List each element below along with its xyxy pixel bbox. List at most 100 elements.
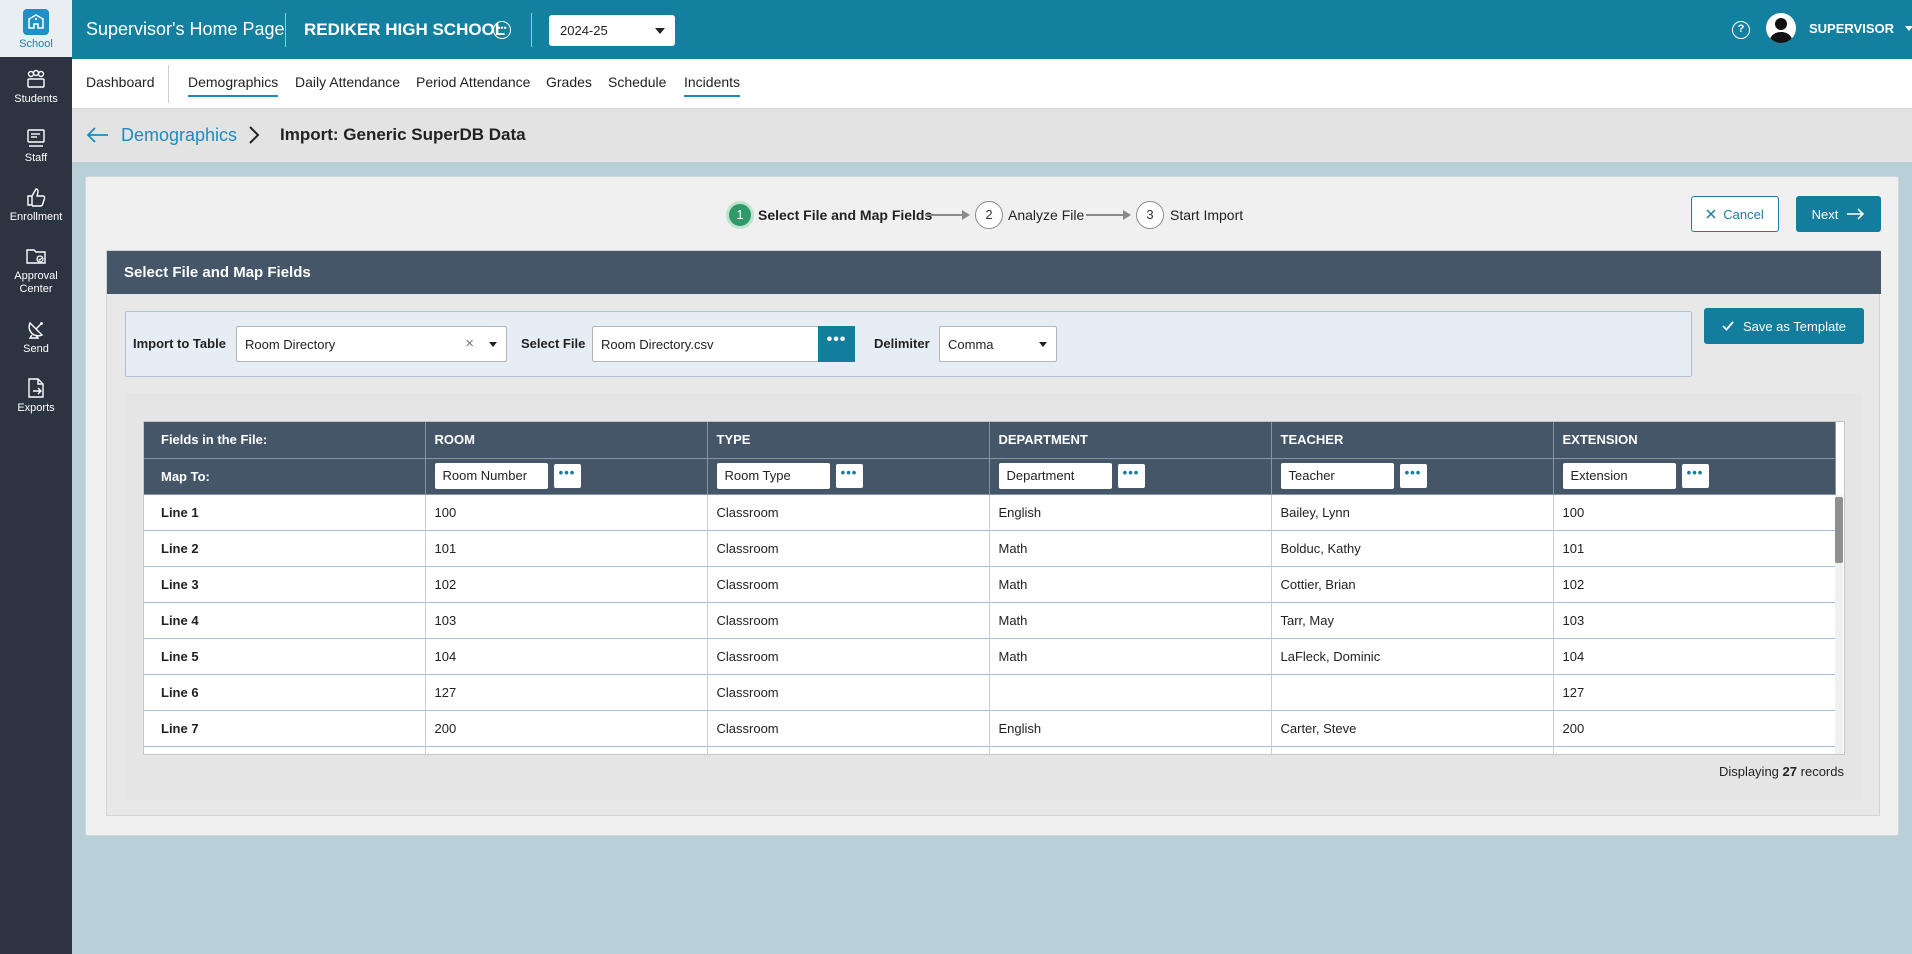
map-to-field[interactable]: Department	[998, 463, 1112, 489]
chevron-right-icon	[249, 126, 260, 144]
rail-item-approval-center[interactable]: Approval Center	[0, 245, 72, 296]
table-cell	[1271, 746, 1554, 754]
caret-down-icon	[655, 28, 665, 34]
grid-scrollbar[interactable]	[1835, 495, 1843, 754]
row-line-label: Line 3	[144, 566, 426, 602]
fields-in-file-label: Fields in the File:	[144, 422, 426, 459]
user-menu[interactable]: SUPERVISOR	[1809, 21, 1894, 36]
avatar[interactable]	[1766, 13, 1796, 43]
tab-demographics[interactable]: Demographics	[188, 74, 279, 97]
tab-dashboard[interactable]: Dashboard	[86, 74, 155, 95]
back-arrow-icon[interactable]	[86, 126, 110, 144]
school-year-value: 2024-25	[560, 23, 608, 38]
map-field-options-button[interactable]: •••	[1117, 464, 1145, 488]
select-file-label: Select File	[521, 336, 586, 351]
tab-schedule[interactable]: Schedule	[608, 74, 666, 95]
column-header-type: TYPE	[707, 422, 990, 459]
staff-icon	[27, 129, 45, 147]
browse-file-button[interactable]: •••	[818, 326, 855, 362]
help-icon[interactable]: ?	[1732, 21, 1750, 39]
table-cell: Math	[989, 638, 1272, 674]
more-options-icon[interactable]: •••	[493, 21, 511, 39]
map-field-options-button[interactable]: •••	[1399, 464, 1427, 488]
row-line-label: Line 1	[144, 494, 426, 530]
school-name[interactable]: REDIKER HIGH SCHOOL	[304, 20, 505, 40]
school-year-select[interactable]: 2024-25	[549, 15, 675, 46]
rail-item-students[interactable]: Students	[0, 68, 72, 106]
delimiter-select[interactable]: Comma	[939, 326, 1057, 362]
table-row	[144, 746, 1836, 754]
column-header-room: ROOM	[425, 422, 708, 459]
save-as-template-button[interactable]: Save as Template	[1704, 308, 1864, 344]
map-field-options-button[interactable]: •••	[1681, 464, 1709, 488]
row-line-label: Line 2	[144, 530, 426, 566]
select-file-value: Room Directory.csv	[601, 337, 714, 352]
table-cell: LaFleck, Dominic	[1271, 638, 1554, 674]
grid-body: Line 1 100 Classroom English Bailey, Lynn 100…	[144, 494, 1836, 754]
caret-down-icon[interactable]	[1905, 26, 1912, 31]
column-header-teacher: TEACHER	[1271, 422, 1554, 459]
rail-item-send[interactable]: Send	[0, 318, 72, 356]
rail-item-label: School	[19, 38, 53, 50]
step-arrow-icon	[925, 210, 970, 220]
map-field-options-button[interactable]: •••	[835, 464, 863, 488]
table-row: Line 3 102 Classroom Math Cottier, Brian 102	[144, 566, 1836, 602]
step-3-label: Start Import	[1170, 207, 1244, 223]
tab-incidents[interactable]: Incidents	[684, 74, 741, 97]
column-header-extension: EXTENSION	[1553, 422, 1836, 459]
map-to-field[interactable]: Room Type	[716, 463, 830, 489]
import-to-table-label: Import to Table	[133, 336, 226, 351]
step-1-label: Select File and Map Fields	[758, 207, 933, 223]
table-cell: 127	[1553, 674, 1836, 710]
map-to-field[interactable]: Extension	[1562, 463, 1676, 489]
table-cell: Classroom	[707, 566, 990, 602]
students-icon	[27, 69, 45, 88]
import-to-table-select[interactable]: Room Directory ×	[236, 326, 507, 362]
save-as-template-label: Save as Template	[1742, 318, 1847, 334]
school-icon	[23, 9, 49, 35]
panel-title: Select File and Map Fields	[107, 251, 1881, 294]
breadcrumb-link-demographics[interactable]: Demographics	[121, 125, 237, 146]
field-mapping-grid: Fields in the File: ROOM TYPE DEPARTMENT…	[143, 421, 1845, 755]
tab-period-attendance[interactable]: Period Attendance	[416, 74, 530, 95]
select-file-field[interactable]: Room Directory.csv •••	[592, 326, 855, 362]
next-button[interactable]: Next	[1796, 196, 1881, 232]
delimiter-label: Delimiter	[874, 336, 930, 351]
scrollbar-thumb[interactable]	[1835, 497, 1843, 563]
table-cell: Classroom	[707, 710, 990, 746]
table-cell: 103	[1553, 602, 1836, 638]
table-cell: English	[989, 494, 1272, 530]
rail-item-enrollment[interactable]: Enrollment	[0, 186, 72, 224]
map-to-row: Map To: Room Number ••• Room Type ••• Depa…	[144, 458, 1836, 495]
table-cell: 100	[1553, 494, 1836, 530]
record-count-value: 27	[1782, 764, 1798, 779]
select-file-panel: Select File and Map Fields Import to Tab…	[106, 250, 1881, 816]
map-field-options-button[interactable]: •••	[553, 464, 581, 488]
table-cell: Carter, Steve	[1271, 710, 1554, 746]
map-to-field[interactable]: Teacher	[1280, 463, 1394, 489]
delimiter-value: Comma	[948, 337, 994, 352]
tab-grades[interactable]: Grades	[546, 74, 592, 95]
rail-item-exports[interactable]: Exports	[0, 377, 72, 415]
table-cell: Bolduc, Kathy	[1271, 530, 1554, 566]
tab-daily-attendance[interactable]: Daily Attendance	[295, 74, 400, 95]
folder-check-icon	[26, 249, 46, 264]
fields-header-row: Fields in the File: ROOM TYPE DEPARTMENT…	[144, 422, 1836, 459]
step-3-indicator: 3	[1136, 201, 1164, 229]
row-line-label: Line 5	[144, 638, 426, 674]
divider	[285, 13, 286, 47]
table-cell: 104	[1553, 638, 1836, 674]
home-title[interactable]: Supervisor's Home Page	[86, 19, 285, 40]
cancel-button[interactable]: Cancel	[1691, 196, 1779, 232]
rail-item-label: Exports	[17, 402, 55, 414]
rail-item-staff[interactable]: Staff	[0, 127, 72, 165]
rail-item-label: Send	[23, 343, 49, 355]
map-to-field[interactable]: Room Number	[434, 463, 548, 489]
rail-item-school[interactable]: School	[0, 0, 72, 57]
clear-icon[interactable]: ×	[465, 335, 474, 352]
table-cell: Classroom	[707, 530, 990, 566]
rail-item-label: Staff	[24, 152, 48, 164]
record-count: Displaying 27 records	[1719, 764, 1844, 779]
caret-down-icon[interactable]	[489, 342, 497, 347]
import-options: Import to Table Room Directory × Select …	[125, 311, 1692, 377]
